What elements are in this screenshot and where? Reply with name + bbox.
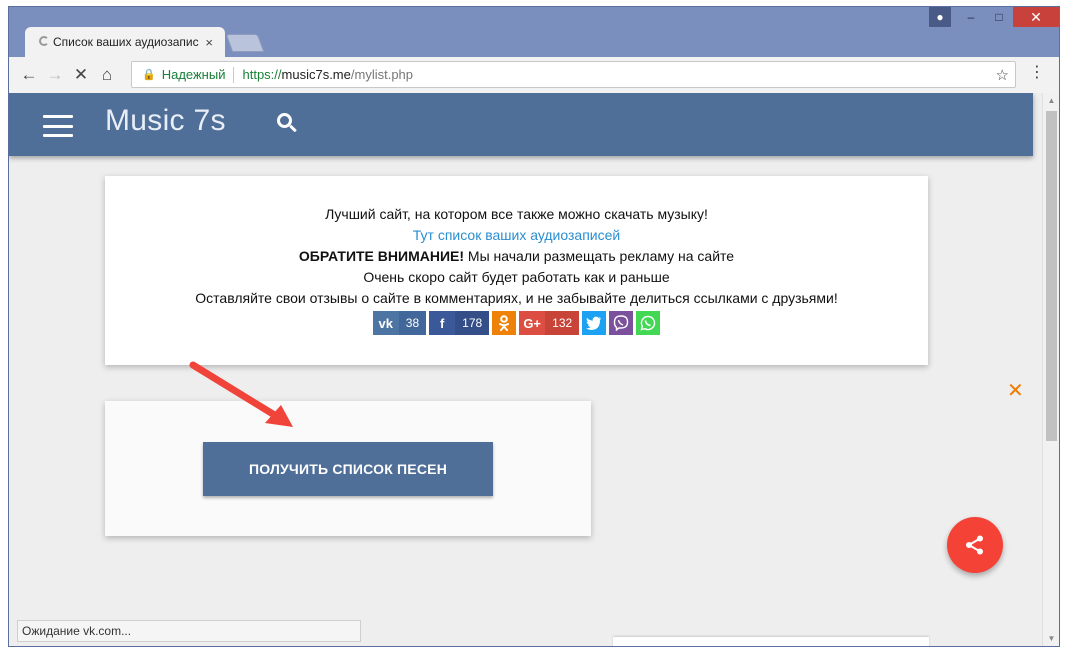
- vk-icon: vk: [378, 315, 394, 331]
- divider: [233, 66, 235, 83]
- url-scheme: https://: [242, 67, 282, 82]
- ad-close-icon[interactable]: ✕: [1007, 378, 1024, 403]
- share-whatsapp-button[interactable]: [636, 311, 661, 335]
- site-header: Music 7s: [9, 93, 1033, 156]
- facebook-count: 178: [455, 311, 490, 335]
- search-icon[interactable]: [277, 113, 297, 135]
- user-icon[interactable]: ●: [929, 7, 951, 27]
- forward-icon[interactable]: →: [43, 63, 67, 87]
- info-line-4: Оставляйте свои отзывы о сайте в коммент…: [195, 290, 838, 306]
- share-icon: [966, 535, 983, 555]
- scroll-down-icon[interactable]: ▼: [1043, 631, 1059, 646]
- share-buttons: vk 38 f 178 G+ 132: [105, 311, 928, 335]
- tab-title: Список ваших аудиозаписей: [53, 35, 200, 49]
- window-controls: ● – □ ✕: [929, 7, 1059, 29]
- notice-text: Мы начали размещать рекламу на сайте: [464, 248, 735, 264]
- notice-line: ОБРАТИТЕ ВНИМАНИЕ! Мы начали размещать р…: [105, 246, 928, 267]
- twitter-icon: [582, 311, 606, 335]
- url-host: music7s.me: [281, 67, 351, 82]
- address-bar[interactable]: 🔒 Надежный https:// music7s.me /mylist.p…: [131, 61, 1016, 88]
- browser-menu-icon[interactable]: ⋮: [1029, 65, 1045, 81]
- share-facebook-button[interactable]: f 178: [429, 311, 490, 335]
- minimize-button[interactable]: –: [957, 7, 985, 27]
- home-icon[interactable]: ⌂: [95, 63, 119, 87]
- share-odnoklassniki-button[interactable]: [492, 311, 517, 335]
- info-line-1: Лучший сайт, на котором все также можно …: [325, 206, 708, 222]
- close-window-button[interactable]: ✕: [1013, 7, 1059, 27]
- googleplus-count: 132: [545, 311, 580, 335]
- get-list-card: ПОЛУЧИТЬ СПИСОК ПЕСЕН: [105, 401, 591, 536]
- loading-icon: [39, 36, 49, 46]
- stop-icon[interactable]: ✕: [69, 63, 93, 87]
- browser-window: ● – □ ✕ Список ваших аудиозаписей × ← → …: [8, 6, 1060, 647]
- vertical-scrollbar[interactable]: ▲ ▼: [1042, 93, 1059, 646]
- lock-icon: 🔒: [142, 69, 156, 81]
- get-song-list-button[interactable]: ПОЛУЧИТЬ СПИСОК ПЕСЕН: [203, 442, 493, 496]
- site-title[interactable]: Music 7s: [105, 104, 226, 138]
- googleplus-icon: G+: [523, 315, 542, 331]
- facebook-icon: f: [439, 315, 445, 331]
- browser-tab[interactable]: Список ваших аудиозаписей ×: [25, 27, 225, 57]
- share-googleplus-button[interactable]: G+ 132: [519, 311, 580, 335]
- security-label: Надежный: [161, 67, 226, 82]
- info-line-3: Очень скоро сайт будет работать как и ра…: [363, 269, 670, 285]
- maximize-button[interactable]: □: [985, 7, 1013, 27]
- hamburger-menu-icon[interactable]: [43, 115, 73, 137]
- page-viewport: Music 7s Лучший сайт, на котором все так…: [9, 93, 1059, 646]
- bookmark-star-icon[interactable]: ☆: [996, 66, 1009, 84]
- notice-bold: ОБРАТИТЕ ВНИМАНИЕ!: [298, 248, 465, 264]
- scroll-up-icon[interactable]: ▲: [1043, 93, 1059, 108]
- new-tab-button[interactable]: [225, 34, 265, 52]
- red-arrow-annotation: [189, 361, 293, 427]
- browser-toolbar: ← → ✕ ⌂ 🔒 Надежный https:// music7s.me /…: [9, 57, 1059, 93]
- share-vk-button[interactable]: vk 38: [372, 311, 427, 335]
- share-fab-button[interactable]: [947, 517, 1003, 573]
- info-card: Лучший сайт, на котором все также можно …: [105, 176, 928, 365]
- back-icon[interactable]: ←: [17, 63, 41, 87]
- odnoklassniki-icon: [492, 311, 516, 335]
- status-bar: Ожидание vk.com...: [17, 620, 361, 642]
- bottom-card: [613, 637, 929, 646]
- share-twitter-button[interactable]: [582, 311, 607, 335]
- whatsapp-icon: [636, 311, 660, 335]
- viber-icon: [609, 311, 633, 335]
- share-viber-button[interactable]: [609, 311, 634, 335]
- tab-close-icon[interactable]: ×: [205, 35, 213, 50]
- vk-count: 38: [398, 311, 427, 335]
- scroll-thumb[interactable]: [1046, 111, 1057, 441]
- url-path: /mylist.php: [350, 67, 414, 82]
- audio-list-link[interactable]: Тут список ваших аудиозаписей: [413, 227, 620, 243]
